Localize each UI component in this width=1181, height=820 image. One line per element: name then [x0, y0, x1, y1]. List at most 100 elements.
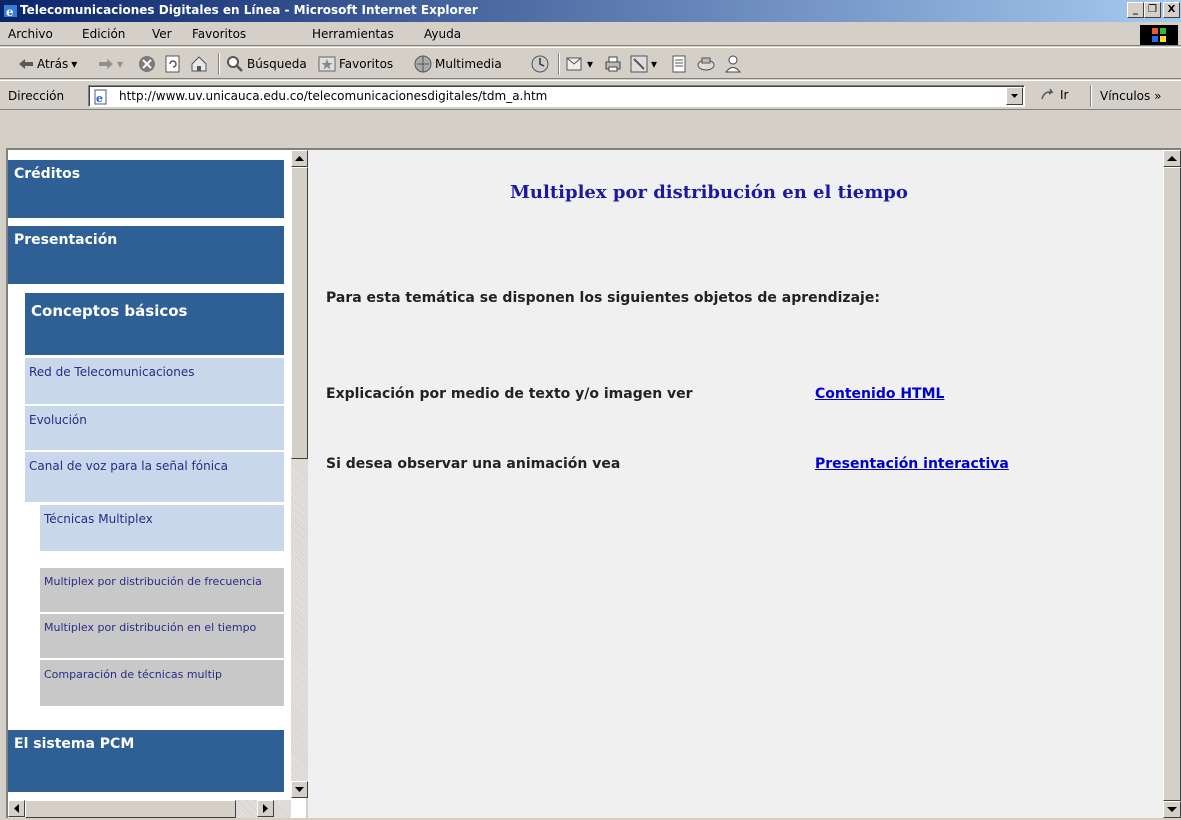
discuss-icon: [672, 55, 686, 73]
scroll-down-button[interactable]: [291, 781, 308, 798]
nav-canal-de-voz[interactable]: Canal de voz para la señal fónica: [25, 452, 284, 502]
address-bar: Dirección e http://www.uv.unicauca.edu.c…: [0, 80, 1181, 110]
nav-tecnicas-label: Técnicas Multiplex: [44, 512, 153, 526]
nav-presentacion[interactable]: Presentación: [8, 226, 284, 284]
nav-sistema-pcm[interactable]: El sistema PCM: [8, 730, 284, 792]
intro-text: Para esta temática se disponen los sigui…: [326, 290, 880, 306]
nav-tdm[interactable]: Multiplex por distribución en el tiempo: [40, 614, 284, 658]
address-input[interactable]: e http://www.uv.unicauca.edu.co/telecomu…: [88, 85, 1025, 107]
favorites-button[interactable]: Favoritos: [318, 54, 393, 74]
search-icon: [227, 56, 243, 72]
toolbar-separator: [218, 53, 220, 75]
menu-edicion[interactable]: Edición: [82, 27, 125, 41]
forward-button[interactable]: ▾: [98, 54, 123, 74]
back-button[interactable]: Atrás ▾: [18, 54, 77, 74]
discuss-button[interactable]: [670, 54, 688, 74]
menu-favoritos[interactable]: Favoritos: [192, 27, 246, 41]
nav-evolucion[interactable]: Evolución: [25, 406, 284, 450]
scroll-left-button[interactable]: [8, 800, 25, 817]
favorites-icon: [318, 56, 336, 72]
home-button[interactable]: [190, 54, 208, 74]
close-button[interactable]: X: [1163, 2, 1180, 18]
page-icon: e: [94, 89, 107, 105]
messenger-icon: [697, 57, 715, 71]
address-dropdown-button[interactable]: [1006, 87, 1023, 105]
minimize-button[interactable]: _: [1127, 2, 1144, 18]
arrow-right-icon: [263, 804, 268, 813]
nav-tdm-label: Multiplex por distribución en el tiempo: [44, 621, 257, 634]
scroll-up-button[interactable]: [291, 150, 308, 167]
svg-text:e: e: [6, 5, 14, 19]
internet-explorer-icon: e: [4, 5, 17, 19]
contacts-button[interactable]: [724, 54, 742, 74]
arrow-down-icon: [295, 787, 304, 792]
refresh-button[interactable]: [164, 54, 182, 74]
html-content-label: Explicación por medio de texto y/o image…: [326, 386, 693, 402]
nav-presentacion-label: Presentación: [14, 232, 118, 248]
history-button[interactable]: [530, 54, 550, 74]
mail-icon: [566, 57, 582, 71]
nav-conceptos-basicos[interactable]: Conceptos básicos: [25, 293, 284, 355]
scroll-right-button[interactable]: [257, 800, 274, 817]
edit-button[interactable]: ▾: [630, 54, 657, 74]
print-button[interactable]: [604, 54, 622, 74]
search-label: Búsqueda: [247, 57, 307, 71]
arrow-down-icon: [1167, 807, 1177, 812]
window-title: Telecomunicaciones Digitales en Línea - …: [20, 3, 478, 17]
html-content-link[interactable]: Contenido HTML: [815, 386, 944, 402]
nav-pcm-label: El sistema PCM: [14, 736, 135, 752]
windows-logo-throbber: [1140, 25, 1178, 45]
arrow-up-icon: [295, 156, 304, 161]
back-dropdown-icon: ▾: [71, 57, 78, 71]
messenger-button[interactable]: [696, 54, 716, 74]
nav-comparacion-label: Comparación de técnicas multip: [44, 668, 222, 681]
main-content-frame: [308, 150, 1163, 818]
menu-herramientas[interactable]: Herramientas: [312, 27, 394, 41]
media-label: Multimedia: [435, 57, 502, 71]
scroll-thumb[interactable]: [291, 167, 308, 459]
edit-icon: [630, 55, 648, 73]
left-horizontal-scrollbar[interactable]: [8, 800, 291, 818]
nav-tecnicas-multiplex[interactable]: Técnicas Multiplex: [40, 505, 284, 551]
mail-button[interactable]: ▾: [566, 54, 593, 74]
left-nav: Créditos Presentación Conceptos básicos …: [8, 150, 289, 798]
windows-flag-icon: [1152, 28, 1166, 42]
go-button[interactable]: Ir: [1040, 87, 1068, 103]
left-vertical-scrollbar[interactable]: [291, 150, 308, 798]
nav-creditos[interactable]: Créditos: [8, 160, 284, 218]
media-button[interactable]: Multimedia: [414, 54, 502, 74]
nav-comparacion[interactable]: Comparación de técnicas multip: [40, 660, 284, 706]
arrow-left-icon: [14, 804, 19, 813]
menu-ayuda[interactable]: Ayuda: [424, 27, 461, 41]
nav-fdm[interactable]: Multiplex por distribución de frecuencia: [40, 568, 284, 612]
go-label: Ir: [1060, 88, 1069, 102]
search-button[interactable]: Búsqueda: [226, 54, 307, 74]
main-scroll-thumb[interactable]: [1163, 167, 1181, 801]
interactive-presentation-link[interactable]: Presentación interactiva: [815, 456, 1009, 472]
nav-red-telecomunicaciones[interactable]: Red de Telecomunicaciones: [25, 358, 284, 404]
home-icon: [191, 56, 207, 72]
menu-archivo[interactable]: Archivo: [8, 27, 53, 41]
main-scroll-up-button[interactable]: [1163, 150, 1181, 167]
nav-fdm-label: Multiplex por distribución de frecuencia: [44, 575, 262, 588]
stop-button[interactable]: [138, 54, 156, 74]
forward-arrow-icon: [99, 59, 113, 69]
main-scroll-down-button[interactable]: [1163, 801, 1181, 818]
menu-bar: Archivo Edición Ver Favoritos Herramient…: [0, 22, 1181, 46]
nav-red-label: Red de Telecomunicaciones: [29, 365, 195, 379]
horizontal-scroll-thumb[interactable]: [25, 800, 236, 818]
back-arrow-icon: [19, 59, 33, 69]
refresh-icon: [165, 55, 180, 73]
media-icon: [414, 55, 432, 73]
main-vertical-scrollbar[interactable]: [1163, 150, 1181, 818]
left-nav-frame: Créditos Presentación Conceptos básicos …: [8, 150, 308, 818]
edit-dropdown-icon: ▾: [651, 57, 658, 71]
nav-evolucion-label: Evolución: [29, 413, 87, 427]
mail-dropdown-icon: ▾: [587, 57, 594, 71]
address-url: http://www.uv.unicauca.edu.co/telecomuni…: [119, 89, 548, 103]
links-toolbar[interactable]: Vínculos »: [1100, 89, 1161, 103]
nav-creditos-label: Créditos: [14, 166, 81, 182]
maximize-button[interactable]: ❐: [1144, 2, 1161, 18]
menu-ver[interactable]: Ver: [152, 27, 172, 41]
arrow-up-icon: [1167, 156, 1177, 161]
